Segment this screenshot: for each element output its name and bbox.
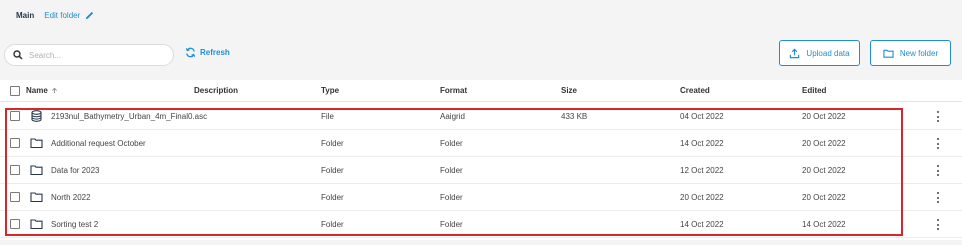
table-row[interactable]: 2193nul_Bathymetry_Urban_4m_Final0.asc F… (0, 103, 962, 130)
search-input[interactable] (29, 50, 159, 60)
edit-folder-label: Edit folder (44, 11, 81, 20)
refresh-icon (185, 47, 196, 58)
column-header-description[interactable]: Description (194, 86, 238, 95)
row-size: 433 KB (561, 112, 588, 121)
edit-folder-link[interactable]: Edit folder (44, 10, 95, 21)
more-options-icon[interactable] (935, 218, 941, 231)
column-name-label: Name (26, 86, 48, 95)
row-type: Folder (321, 220, 344, 229)
row-format: Folder (440, 139, 463, 148)
database-file-icon (30, 110, 43, 122)
row-name[interactable]: North 2022 (51, 193, 91, 202)
new-folder-label: New folder (899, 48, 939, 58)
more-options-icon[interactable] (935, 137, 941, 150)
table-row[interactable]: Sorting test 2 Folder Folder 14 Oct 2022… (0, 211, 962, 238)
row-edited: 20 Oct 2022 (802, 166, 846, 175)
new-folder-button[interactable]: New folder (870, 40, 951, 66)
row-checkbox[interactable] (10, 219, 20, 229)
row-edited: 20 Oct 2022 (802, 193, 846, 202)
footer-strip (0, 240, 962, 245)
row-format: Folder (440, 193, 463, 202)
folder-icon (30, 191, 43, 203)
more-options-icon[interactable] (935, 164, 941, 177)
breadcrumb: Main Edit folder (16, 10, 95, 21)
row-name[interactable]: 2193nul_Bathymetry_Urban_4m_Final0.asc (51, 112, 207, 121)
upload-data-button[interactable]: Upload data (779, 40, 860, 66)
upload-data-label: Upload data (806, 48, 850, 58)
more-options-icon[interactable] (935, 191, 941, 204)
refresh-button[interactable]: Refresh (185, 47, 230, 58)
table-header: Name Description Type Format Size Create… (0, 80, 962, 102)
more-options-icon[interactable] (935, 110, 941, 123)
row-checkbox[interactable] (10, 138, 20, 148)
select-all-checkbox[interactable] (10, 86, 20, 96)
row-created: 20 Oct 2022 (680, 193, 724, 202)
folder-icon (883, 49, 894, 58)
column-header-format[interactable]: Format (440, 86, 467, 95)
table-row[interactable]: Data for 2023 Folder Folder 12 Oct 2022 … (0, 157, 962, 184)
row-name[interactable]: Additional request October (51, 139, 146, 148)
row-type: Folder (321, 166, 344, 175)
row-format: Aaigrid (440, 112, 465, 121)
row-format: Folder (440, 166, 463, 175)
row-edited: 20 Oct 2022 (802, 139, 846, 148)
search-icon (13, 50, 23, 60)
row-type: Folder (321, 139, 344, 148)
row-edited: 14 Oct 2022 (802, 220, 846, 229)
search-box[interactable] (4, 44, 174, 66)
refresh-label: Refresh (200, 48, 230, 57)
table-row[interactable]: Additional request October Folder Folder… (0, 130, 962, 157)
sort-arrow-up-icon (51, 87, 57, 94)
pencil-icon (86, 11, 94, 20)
row-created: 04 Oct 2022 (680, 112, 724, 121)
column-header-size[interactable]: Size (561, 86, 577, 95)
folder-icon (30, 218, 43, 230)
row-checkbox[interactable] (10, 165, 20, 175)
column-header-edited[interactable]: Edited (802, 86, 826, 95)
row-format: Folder (440, 220, 463, 229)
files-table: Name Description Type Format Size Create… (0, 80, 962, 245)
toolbar-area: Main Edit folder Refresh Upload data New… (0, 0, 962, 80)
folder-icon (30, 137, 43, 149)
row-checkbox[interactable] (10, 111, 20, 121)
breadcrumb-main[interactable]: Main (16, 11, 34, 20)
column-header-name[interactable]: Name (26, 86, 58, 95)
row-name[interactable]: Sorting test 2 (51, 220, 98, 229)
row-type: Folder (321, 193, 344, 202)
folder-icon (30, 164, 43, 176)
row-checkbox[interactable] (10, 192, 20, 202)
table-row[interactable]: North 2022 Folder Folder 20 Oct 2022 20 … (0, 184, 962, 211)
row-created: 12 Oct 2022 (680, 166, 724, 175)
row-type: File (321, 112, 334, 121)
column-header-created[interactable]: Created (680, 86, 710, 95)
row-name[interactable]: Data for 2023 (51, 166, 99, 175)
row-edited: 20 Oct 2022 (802, 112, 846, 121)
row-created: 14 Oct 2022 (680, 220, 724, 229)
column-header-type[interactable]: Type (321, 86, 339, 95)
upload-icon (790, 48, 800, 58)
row-created: 14 Oct 2022 (680, 139, 724, 148)
